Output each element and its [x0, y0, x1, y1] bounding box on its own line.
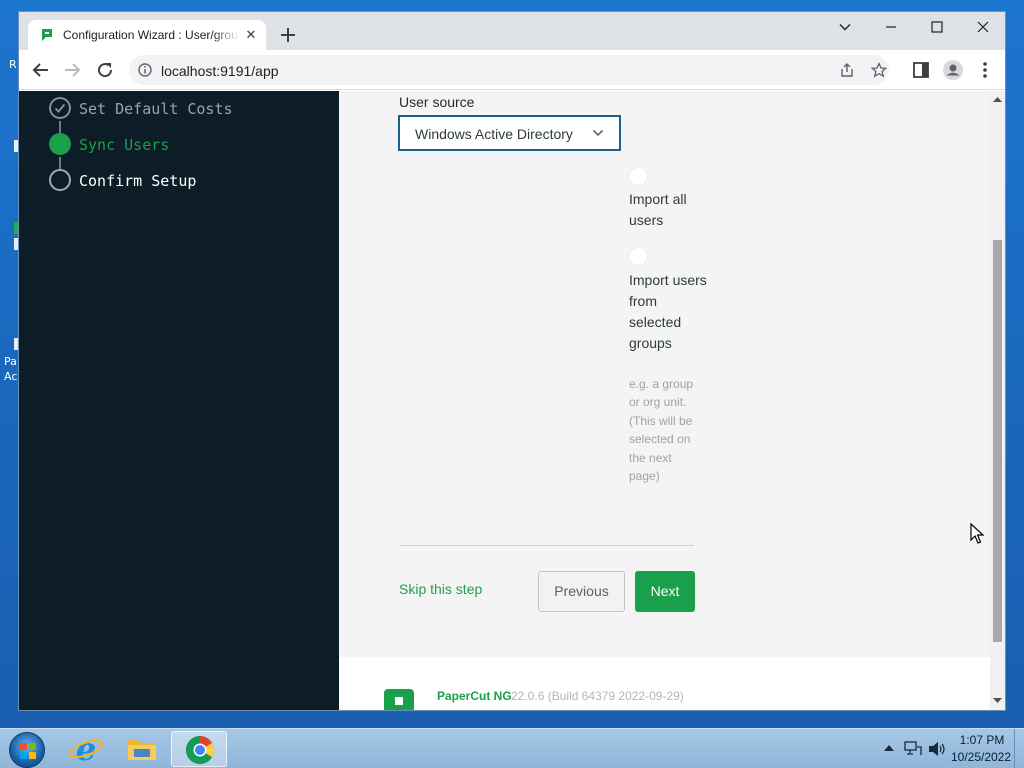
desktop-icon-label[interactable]: R: [9, 58, 17, 71]
taskbar-internet-explorer[interactable]: e: [58, 730, 114, 768]
clock-time[interactable]: 1:07 PM: [952, 733, 1012, 747]
profile-avatar-icon[interactable]: [941, 58, 965, 82]
import-all-users-label[interactable]: Import all users: [629, 189, 709, 231]
close-icon: [977, 21, 989, 33]
chrome-icon: [186, 736, 214, 764]
import-selected-groups-radio[interactable]: [629, 247, 648, 266]
next-button[interactable]: Next: [635, 571, 695, 612]
tab-strip: Configuration Wizard : User/group sync ✕: [19, 12, 1005, 50]
maximize-button[interactable]: [914, 12, 960, 42]
folder-icon: [128, 740, 156, 760]
show-hidden-icons-icon[interactable]: [884, 744, 894, 752]
wizard-sidebar: Set Default Costs Sync Users Confirm Set…: [19, 91, 339, 710]
internet-explorer-icon: e: [68, 730, 104, 768]
desktop-icon-label[interactable]: Ac: [4, 370, 17, 383]
address-bar[interactable]: localhost:9191/app: [129, 55, 889, 85]
start-button[interactable]: [9, 732, 45, 768]
url-text: localhost:9191/app: [161, 63, 279, 79]
windows-taskbar: e 1:07 PM 10/25/2022: [0, 728, 1024, 768]
clock-date[interactable]: 10/25/2022: [948, 750, 1014, 764]
import-selected-groups-hint: e.g. a group or org unit. (This will be …: [629, 377, 694, 484]
chevron-down-icon: [839, 24, 851, 31]
minimize-icon: [886, 26, 896, 28]
step-label: Sync Users: [79, 136, 170, 154]
forward-arrow-icon[interactable]: [60, 58, 84, 82]
actions-divider: [399, 545, 694, 546]
previous-button[interactable]: Previous: [538, 571, 625, 612]
svg-text:e: e: [76, 731, 96, 767]
step-label: Set Default Costs: [79, 100, 233, 118]
page-footer: PaperCut NG 22.0.6 (Build 64379 2022-09-…: [339, 657, 990, 710]
bookmark-star-icon[interactable]: [871, 62, 887, 78]
browser-toolbar: localhost:9191/app: [19, 50, 1005, 90]
footer-version: 22.0.6 (Build 64379 2022-09-29): [511, 689, 684, 703]
windows-logo-icon: [20, 743, 36, 759]
page-viewport: Set Default Costs Sync Users Confirm Set…: [19, 91, 1005, 710]
maximize-icon: [931, 21, 943, 33]
scroll-down-arrow-icon[interactable]: [993, 697, 1002, 704]
papercut-logo-icon: [384, 689, 414, 710]
desktop-icon-label[interactable]: Pa: [4, 355, 17, 368]
skip-step-link[interactable]: Skip this step: [399, 581, 482, 597]
minimize-button[interactable]: [868, 12, 914, 42]
share-icon[interactable]: [839, 62, 855, 78]
taskbar-file-explorer[interactable]: [114, 731, 170, 767]
network-icon[interactable]: [904, 741, 922, 757]
step-label: Confirm Setup: [79, 172, 197, 190]
user-source-label: User source: [399, 94, 475, 110]
chevron-down-icon: [592, 129, 604, 137]
close-window-button[interactable]: [960, 12, 1005, 42]
taskbar-chrome[interactable]: [171, 731, 227, 767]
user-source-value: Windows Active Directory: [415, 126, 573, 142]
step-connector: [59, 121, 61, 133]
papercut-favicon-icon: [42, 29, 52, 41]
browser-window: Configuration Wizard : User/group sync ✕: [18, 11, 1006, 711]
new-tab-icon[interactable]: [277, 24, 299, 46]
show-desktop-button[interactable]: [1014, 729, 1024, 768]
wizard-content: User source Windows Active Directory Imp…: [339, 91, 990, 710]
tab-search-button[interactable]: [822, 12, 868, 42]
footer-brand[interactable]: PaperCut NG: [437, 689, 512, 703]
step-connector: [59, 157, 61, 169]
scroll-thumb[interactable]: [993, 240, 1002, 642]
user-source-select[interactable]: Windows Active Directory: [398, 115, 621, 151]
menu-kebab-icon[interactable]: [973, 58, 997, 82]
browser-tab[interactable]: Configuration Wizard : User/group sync ✕: [28, 20, 266, 50]
page-scrollbar[interactable]: [990, 91, 1005, 710]
import-all-users-radio[interactable]: [629, 167, 648, 186]
tab-close-icon[interactable]: ✕: [242, 26, 260, 44]
volume-icon[interactable]: [928, 741, 946, 757]
reload-icon[interactable]: [93, 58, 117, 82]
scroll-up-arrow-icon[interactable]: [993, 96, 1002, 103]
import-selected-groups-label[interactable]: Import users from selected groups: [629, 270, 709, 354]
check-circle-icon: [49, 97, 71, 119]
pending-step-indicator: [49, 169, 71, 191]
mouse-cursor-icon: [970, 523, 984, 544]
side-panel-icon[interactable]: [909, 58, 933, 82]
tab-title: Configuration Wizard : User/group sync: [63, 28, 239, 42]
site-info-icon[interactable]: [138, 63, 152, 77]
back-arrow-icon[interactable]: [29, 58, 53, 82]
current-step-indicator: [49, 133, 71, 155]
